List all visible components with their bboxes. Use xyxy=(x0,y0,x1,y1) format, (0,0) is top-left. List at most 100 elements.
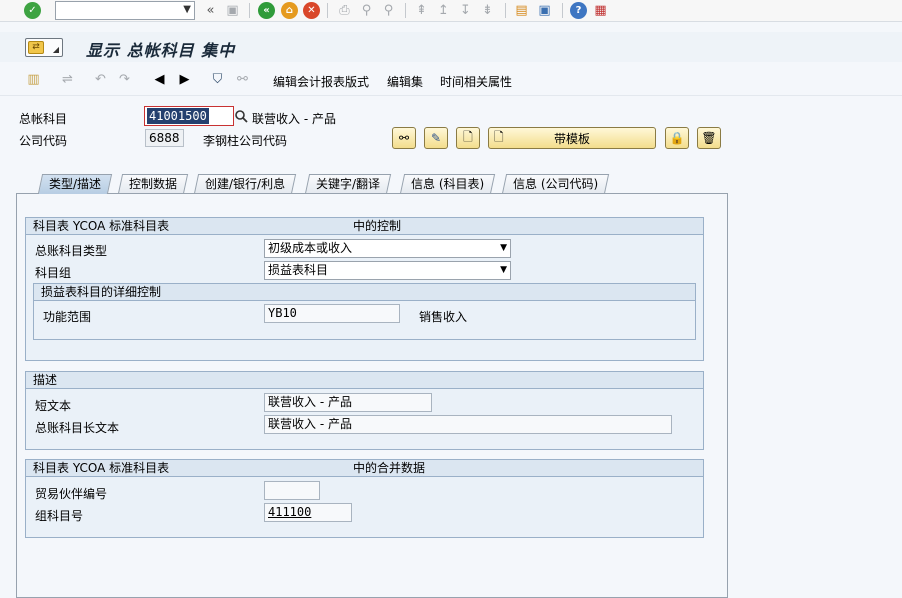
exit-icon[interactable]: ⌂ xyxy=(281,2,298,19)
tab-keyword-translation[interactable]: 关键字/翻译 xyxy=(304,174,392,194)
control-group-header: 科目表 YCOA 标准科目表 中的控制 xyxy=(26,218,703,235)
company-code-label: 公司代码 xyxy=(19,134,68,148)
with-template-button[interactable]: 🗋 带模板 xyxy=(488,127,656,149)
gl-account-label: 总帐科目 xyxy=(19,112,68,126)
system-toolbar: ✓ ▼ « ▣ « ⌂ ✕ ⎙ ⚲ ⚲ ⇞ ↥ ↧ ⇟ ▤ ▣ ? ▦ xyxy=(0,0,902,22)
account-group-value: 损益表科目 xyxy=(268,263,329,277)
edit-report-layout-button[interactable]: 编辑会计报表版式 xyxy=(273,73,369,90)
group-account-label: 组科目号 xyxy=(35,509,84,523)
help-icon[interactable]: ? xyxy=(570,2,587,19)
description-group-header: 描述 xyxy=(26,372,703,389)
gl-account-field[interactable]: 41001500 xyxy=(144,106,234,126)
with-template-label: 带模板 xyxy=(553,131,590,146)
enter-icon[interactable]: ✓ xyxy=(24,2,41,19)
search-icon[interactable] xyxy=(234,108,248,124)
trading-partner-label: 贸易伙伴编号 xyxy=(35,487,108,501)
separator xyxy=(249,3,250,18)
long-text-label: 总账科目长文本 xyxy=(35,421,120,435)
shortcut-icon[interactable]: ▣ xyxy=(536,2,553,19)
block-button[interactable]: 🔒 xyxy=(665,127,689,149)
find-next-icon[interactable]: ⚲ xyxy=(380,2,397,19)
create-session-icon[interactable]: ▤ xyxy=(513,2,530,19)
lock-icon: 🔒 xyxy=(669,131,685,145)
account-type-value: 初级成本或收入 xyxy=(268,241,353,255)
company-code-description: 李钢柱公司代码 xyxy=(203,134,288,148)
first-page-icon[interactable]: ⇞ xyxy=(413,2,430,19)
object-details-icon[interactable]: ⚯ xyxy=(234,71,251,88)
consolidation-group-title-right: 中的合并数据 xyxy=(353,461,426,475)
group-account-field[interactable]: 411100 xyxy=(264,503,352,522)
tab-label: 信息 (科目表) xyxy=(411,177,485,191)
account-type-select[interactable]: 初级成本或收入 ▼ xyxy=(264,239,511,258)
document-icon: 🗋 xyxy=(463,129,473,144)
short-text-field[interactable]: 联营收入 - 产品 xyxy=(264,393,432,412)
next-page-icon[interactable]: ↧ xyxy=(457,2,474,19)
other-object-icon[interactable]: ▥ xyxy=(25,71,42,88)
change-button[interactable]: ✎ xyxy=(424,127,448,149)
edit-sets-button[interactable]: 编辑集 xyxy=(387,73,423,90)
gl-account-description: 联营收入 - 产品 xyxy=(252,112,336,126)
find-icon[interactable]: ⚲ xyxy=(358,2,375,19)
pl-detail-header: 损益表科目的详细控制 xyxy=(34,284,695,301)
redo-icon[interactable]: ↷ xyxy=(116,71,133,88)
last-page-icon[interactable]: ⇟ xyxy=(479,2,496,19)
create-button[interactable]: 🗋 xyxy=(456,127,480,149)
delete-button[interactable]: 🗑 xyxy=(697,127,721,149)
trash-icon: 🗑 xyxy=(701,131,717,145)
print-icon[interactable]: ⎙ xyxy=(336,2,353,19)
time-attributes-button[interactable]: 时间相关属性 xyxy=(440,73,512,90)
previous-entry-icon[interactable]: ◀ xyxy=(151,71,168,88)
back-icon[interactable]: « xyxy=(258,2,275,19)
tab-create-bank-interest[interactable]: 创建/银行/利息 xyxy=(193,174,297,194)
account-group-select[interactable]: 损益表科目 ▼ xyxy=(264,261,511,280)
glasses-icon: ⚯ xyxy=(398,131,410,145)
short-text-label: 短文本 xyxy=(35,399,72,413)
next-entry-icon[interactable]: ▶ xyxy=(176,71,193,88)
functional-area-description: 销售收入 xyxy=(419,310,468,324)
trading-partner-field[interactable] xyxy=(264,481,320,500)
back-nav-icon[interactable]: « xyxy=(202,2,219,19)
functional-area-field[interactable]: YB10 xyxy=(264,304,400,323)
consolidation-group-title: 科目表 YCOA 标准科目表 xyxy=(33,461,170,475)
chevron-down-icon: ▼ xyxy=(500,243,507,253)
consolidation-group-header: 科目表 YCOA 标准科目表 中的合并数据 xyxy=(26,460,703,477)
command-dropdown-icon[interactable]: ▼ xyxy=(183,4,191,15)
separator xyxy=(562,3,563,18)
chevron-down-icon: ◢ xyxy=(52,45,59,54)
tab-info-company-code[interactable]: 信息 (公司代码) xyxy=(501,174,610,194)
tab-info-chart-of-accounts[interactable]: 信息 (科目表) xyxy=(399,174,496,194)
undo-icon[interactable]: ↶ xyxy=(92,71,109,88)
pencil-icon: ✎ xyxy=(430,131,442,145)
tab-label: 类型/描述 xyxy=(49,177,102,191)
tab-type-description[interactable]: 类型/描述 xyxy=(37,174,113,194)
control-group-title-right: 中的控制 xyxy=(353,219,402,233)
consolidation-group: 科目表 YCOA 标准科目表 中的合并数据 xyxy=(25,459,704,538)
long-text-field[interactable]: 联营收入 - 产品 xyxy=(264,415,672,434)
functional-area-label: 功能范围 xyxy=(43,310,92,324)
account-group-label: 科目组 xyxy=(35,266,72,280)
tab-label: 控制数据 xyxy=(129,177,178,191)
previous-page-icon[interactable]: ↥ xyxy=(435,2,452,19)
layout-icon[interactable]: ▦ xyxy=(592,2,609,19)
command-field[interactable]: ▼ xyxy=(55,1,195,20)
company-code-field[interactable]: 6888 xyxy=(145,129,184,147)
separator xyxy=(405,3,406,18)
save-icon[interactable]: ▣ xyxy=(224,2,241,19)
display-change-button[interactable]: ⚯ xyxy=(392,127,416,149)
account-type-label: 总账科目类型 xyxy=(35,244,108,258)
where-used-icon[interactable]: ⛉ xyxy=(209,71,226,88)
tab-label: 创建/银行/利息 xyxy=(205,177,286,191)
pl-detail-title: 损益表科目的详细控制 xyxy=(41,285,162,299)
switch-object-icon[interactable]: ⇌ xyxy=(59,71,76,88)
separator xyxy=(327,3,328,18)
menu-button[interactable]: ⇄ ◢ xyxy=(25,38,63,57)
page-title: 显示 总帐科目 集中 xyxy=(86,41,236,60)
tab-control-data[interactable]: 控制数据 xyxy=(117,174,189,194)
gl-account-value: 41001500 xyxy=(147,108,209,124)
description-group-title: 描述 xyxy=(33,373,58,387)
cancel-icon[interactable]: ✕ xyxy=(303,2,320,19)
chevron-down-icon: ▼ xyxy=(500,265,507,275)
tab-label: 信息 (公司代码) xyxy=(513,177,599,191)
separator xyxy=(505,3,506,18)
menu-icon: ⇄ xyxy=(28,41,44,54)
